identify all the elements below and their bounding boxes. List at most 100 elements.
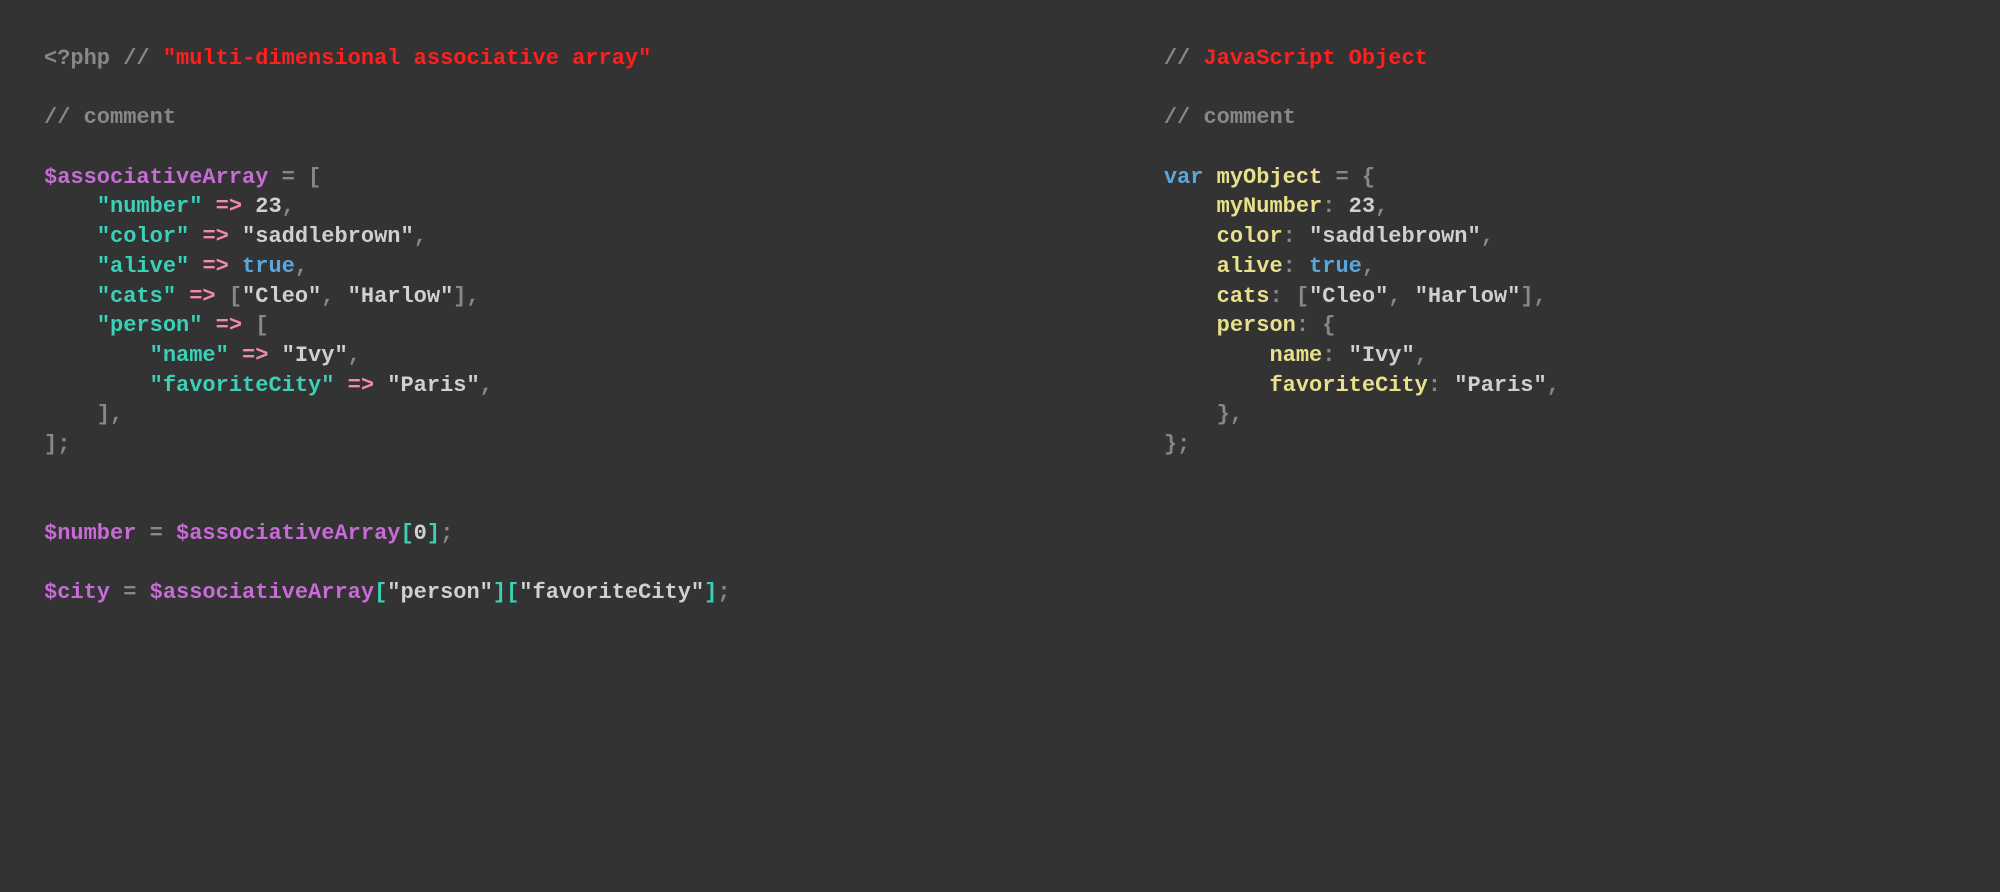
arrow: => <box>216 313 242 338</box>
person-open-brace: { <box>1322 313 1335 338</box>
key-name: name <box>1269 343 1322 368</box>
comma: , <box>295 254 308 279</box>
colon: : <box>1428 373 1441 398</box>
val-cats-1: "Harlow" <box>1415 284 1521 309</box>
comment-slash: // <box>1164 105 1190 130</box>
key-person: "person" <box>97 313 203 338</box>
semicolon: ; <box>717 580 730 605</box>
lbracket: [ <box>506 580 519 605</box>
index-person: "person" <box>387 580 493 605</box>
key-number: "number" <box>97 194 203 219</box>
comma: , <box>1388 284 1401 309</box>
close-brace-semi: }; <box>1164 432 1190 457</box>
arrow: => <box>202 254 228 279</box>
val-number: 23 <box>255 194 281 219</box>
arrow: => <box>189 284 215 309</box>
php-var-associativeArray: $associativeArray <box>44 165 268 190</box>
val-alive: true <box>1309 254 1362 279</box>
person-open-bracket: [ <box>255 313 268 338</box>
arrow: => <box>242 343 268 368</box>
colon: : <box>1296 313 1309 338</box>
val-cats-0: "Cleo" <box>1309 284 1388 309</box>
comment-slash: // <box>1164 46 1190 71</box>
php-code-block: <?php // "multi-dimensional associative … <box>44 44 1074 608</box>
comma: , <box>1534 284 1547 309</box>
comma: , <box>467 284 480 309</box>
equals: = <box>123 580 136 605</box>
semicolon: ; <box>440 521 453 546</box>
person-close-brace: } <box>1217 402 1230 427</box>
comment-text: comment <box>84 105 176 130</box>
comment-slash: // <box>123 46 149 71</box>
comma: , <box>348 343 361 368</box>
val-cats-1: "Harlow" <box>348 284 454 309</box>
php-title-comment: "multi-dimensional associative array" <box>163 46 651 71</box>
js-var-myObject: myObject <box>1217 165 1323 190</box>
equals: = <box>282 165 295 190</box>
index-favoriteCity: "favoriteCity" <box>519 580 704 605</box>
val-name: "Ivy" <box>1349 343 1415 368</box>
lbracket: [ <box>374 580 387 605</box>
arrow: => <box>202 224 228 249</box>
key-favoriteCity: "favoriteCity" <box>150 373 335 398</box>
arrow: => <box>216 194 242 219</box>
key-myNumber: myNumber <box>1217 194 1323 219</box>
comma: , <box>1415 343 1428 368</box>
equals: = <box>150 521 163 546</box>
key-color: color <box>1217 224 1283 249</box>
js-code-block: // JavaScript Object // comment var myOb… <box>1164 44 1956 608</box>
php-var-number: $number <box>44 521 136 546</box>
comma: , <box>110 402 123 427</box>
key-alive: alive <box>1217 254 1283 279</box>
comma: , <box>1547 373 1560 398</box>
cats-close-bracket: ] <box>453 284 466 309</box>
key-alive: "alive" <box>97 254 189 279</box>
comma: , <box>480 373 493 398</box>
keyword-var: var <box>1164 165 1204 190</box>
index-0: 0 <box>414 521 427 546</box>
comma: , <box>282 194 295 219</box>
close-bracket-semi: ]; <box>44 432 70 457</box>
php-var-access: $associativeArray <box>176 521 400 546</box>
comma: , <box>321 284 334 309</box>
php-var-city: $city <box>44 580 110 605</box>
val-favoriteCity: "Paris" <box>1454 373 1546 398</box>
key-cats: "cats" <box>97 284 176 309</box>
php-var-access: $associativeArray <box>150 580 374 605</box>
key-favoriteCity: favoriteCity <box>1269 373 1427 398</box>
rbracket: ] <box>493 580 506 605</box>
equals: = <box>1335 165 1348 190</box>
open-bracket: [ <box>308 165 321 190</box>
comma: , <box>1481 224 1494 249</box>
comment-slash: // <box>44 105 70 130</box>
val-alive: true <box>242 254 295 279</box>
cats-open-bracket: [ <box>229 284 242 309</box>
php-open-tag: <?php <box>44 46 110 71</box>
js-title-comment: JavaScript Object <box>1203 46 1427 71</box>
cats-close-bracket: ] <box>1520 284 1533 309</box>
arrow: => <box>348 373 374 398</box>
cats-open-bracket: [ <box>1296 284 1309 309</box>
person-close-bracket: ] <box>97 402 110 427</box>
key-cats: cats <box>1217 284 1270 309</box>
colon: : <box>1322 343 1335 368</box>
colon: : <box>1322 194 1335 219</box>
comma: , <box>1375 194 1388 219</box>
val-color: "saddlebrown" <box>1309 224 1481 249</box>
rbracket: ] <box>704 580 717 605</box>
val-favoriteCity: "Paris" <box>387 373 479 398</box>
key-person: person <box>1217 313 1296 338</box>
colon: : <box>1269 284 1282 309</box>
key-color: "color" <box>97 224 189 249</box>
open-brace: { <box>1362 165 1375 190</box>
colon: : <box>1283 254 1296 279</box>
comma: , <box>1230 402 1243 427</box>
lbracket: [ <box>400 521 413 546</box>
val-name: "Ivy" <box>282 343 348 368</box>
comment-text: comment <box>1203 105 1295 130</box>
comma: , <box>414 224 427 249</box>
key-name: "name" <box>150 343 229 368</box>
rbracket: ] <box>427 521 440 546</box>
val-cats-0: "Cleo" <box>242 284 321 309</box>
val-number: 23 <box>1349 194 1375 219</box>
